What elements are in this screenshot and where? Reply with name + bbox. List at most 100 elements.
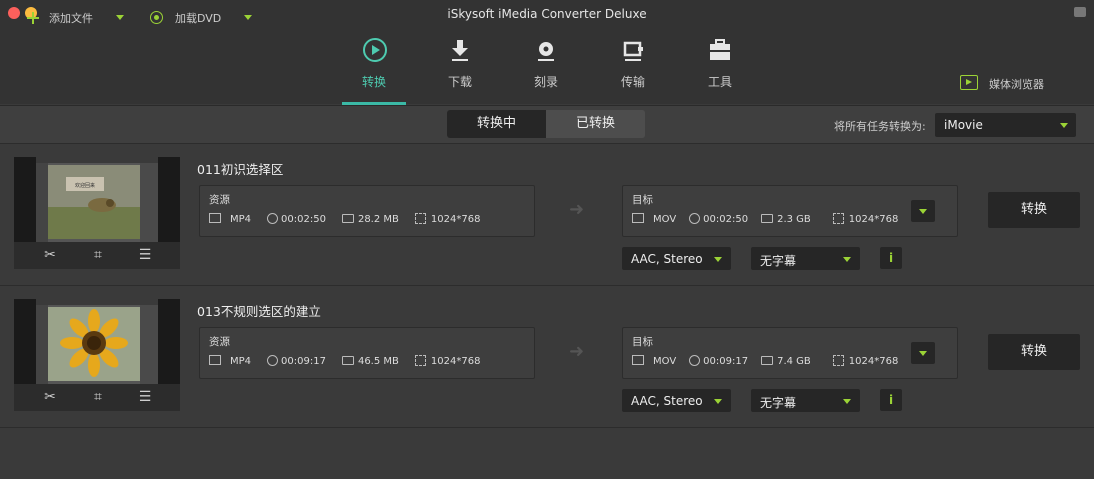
- video-thumbnail[interactable]: 欢迎回来 ✂ ⌗ ☰: [14, 157, 180, 269]
- burn-icon: [538, 42, 554, 61]
- folder-icon: [761, 356, 774, 365]
- add-files-label: 添加文件: [49, 12, 93, 25]
- thumbnail-tools: ✂ ⌗ ☰: [14, 384, 180, 411]
- audio-select[interactable]: AAC, Stereo: [622, 389, 731, 412]
- target-resolution: 1024*768: [848, 356, 899, 367]
- source-info: 资源 MP4 00:09:17 46.5 MB 1024*768: [199, 327, 535, 379]
- message-icon[interactable]: [1074, 7, 1086, 17]
- target-info[interactable]: 目标 MOV 00:02:50 2.3 GB 1024*768: [622, 185, 958, 237]
- target-info[interactable]: 目标 MOV 00:09:17 7.4 GB 1024*768: [622, 327, 958, 379]
- film-icon: [209, 213, 221, 223]
- target-size: 2.3 GB: [777, 214, 811, 225]
- source-resolution: 1024*768: [430, 214, 481, 225]
- clock-icon: [689, 355, 701, 366]
- target-size: 7.4 GB: [777, 356, 811, 367]
- arrow-right-icon: ➜: [569, 199, 585, 220]
- source-format: MP4: [230, 214, 252, 225]
- convert-all-label: 将所有任务转换为:: [834, 120, 926, 133]
- nav-label: 刻录: [533, 75, 558, 89]
- thumbnail-image: 欢迎回来: [36, 157, 158, 242]
- convert-button[interactable]: 转换: [988, 192, 1080, 228]
- chevron-down-icon: [919, 351, 927, 356]
- nav-transfer[interactable]: 传输: [602, 28, 664, 104]
- info-button[interactable]: i: [880, 247, 902, 269]
- source-header: 资源: [209, 194, 230, 206]
- info-button[interactable]: i: [880, 389, 902, 411]
- list-item: ✂ ⌗ ☰ 013不规则选区的建立 资源 MP4 00:09:17 46.5 MB 1…: [0, 285, 1094, 428]
- resolution-icon: [832, 213, 844, 224]
- resolution-icon: [414, 355, 426, 366]
- adjust-icon[interactable]: ☰: [136, 246, 154, 264]
- nav-label: 下载: [447, 75, 472, 89]
- audio-select[interactable]: AAC, Stereo: [622, 247, 731, 270]
- source-duration: 00:09:17: [281, 356, 326, 367]
- clock-icon: [267, 355, 279, 366]
- scissors-icon[interactable]: ✂: [41, 246, 59, 264]
- folder-icon: [341, 356, 354, 365]
- nav-label: 工具: [707, 75, 732, 89]
- main-nav: 转换 下载 刻录 传输 工具 媒体浏览器: [0, 28, 1094, 104]
- target-details: MOV 00:02:50 2.3 GB 1024*768: [632, 213, 898, 225]
- scissors-icon[interactable]: ✂: [41, 388, 59, 406]
- source-header: 资源: [209, 336, 230, 348]
- target-duration: 00:02:50: [703, 214, 749, 225]
- target-format: MOV: [653, 214, 677, 225]
- clock-icon: [267, 213, 279, 224]
- file-name: 013不规则选区的建立: [197, 304, 321, 319]
- tab-converted[interactable]: 已转换: [546, 110, 645, 138]
- convert-icon: [363, 38, 387, 62]
- audio-value: AAC, Stereo: [631, 252, 703, 266]
- adjust-icon[interactable]: ☰: [136, 388, 154, 406]
- chevron-down-icon: [843, 399, 851, 404]
- source-resolution: 1024*768: [430, 356, 481, 367]
- chevron-down-icon[interactable]: [243, 15, 252, 20]
- crop-icon[interactable]: ⌗: [89, 388, 107, 406]
- target-format-dropdown[interactable]: [911, 200, 935, 222]
- source-duration: 00:02:50: [281, 214, 326, 225]
- convert-all-value: iMovie: [944, 118, 983, 132]
- nav-convert[interactable]: 转换: [343, 28, 405, 104]
- status-segmented-control: 转换中 已转换: [447, 110, 645, 138]
- source-size: 28.2 MB: [357, 214, 399, 225]
- source-format: MP4: [230, 356, 252, 367]
- resolution-icon: [832, 355, 844, 366]
- crop-icon[interactable]: ⌗: [89, 246, 107, 264]
- video-thumbnail[interactable]: ✂ ⌗ ☰: [14, 299, 180, 411]
- thumbnail-tools: ✂ ⌗ ☰: [14, 242, 180, 269]
- target-format-dropdown[interactable]: [911, 342, 935, 364]
- nav-burn[interactable]: 刻录: [515, 28, 577, 104]
- source-size: 46.5 MB: [357, 356, 399, 367]
- film-icon: [209, 355, 221, 365]
- download-icon: [452, 40, 468, 61]
- nav-toolbox[interactable]: 工具: [689, 28, 751, 104]
- convert-button[interactable]: 转换: [988, 334, 1080, 370]
- media-browser-icon: [960, 75, 978, 90]
- media-browser-label: 媒体浏览器: [989, 78, 1044, 91]
- folder-icon: [341, 214, 354, 223]
- subtitle-select[interactable]: 无字幕: [751, 389, 860, 412]
- convert-all-select[interactable]: iMovie: [935, 113, 1076, 137]
- source-details: MP4 00:02:50 28.2 MB 1024*768: [209, 213, 480, 225]
- nav-label: 传输: [620, 75, 645, 89]
- chevron-down-icon: [714, 399, 722, 404]
- add-files-button[interactable]: 添加文件: [27, 10, 124, 26]
- target-header: 目标: [632, 194, 653, 206]
- clock-icon: [689, 213, 701, 224]
- thumbnail-caption: 欢迎回来: [75, 182, 95, 189]
- chevron-down-icon[interactable]: [115, 15, 124, 20]
- film-icon: [632, 355, 644, 365]
- subtitle-select[interactable]: 无字幕: [751, 247, 860, 270]
- load-dvd-button[interactable]: 加载DVD: [150, 10, 252, 26]
- nav-download[interactable]: 下载: [429, 28, 491, 104]
- chevron-down-icon: [714, 257, 722, 262]
- nav-label: 转换: [361, 75, 386, 89]
- target-format: MOV: [653, 356, 677, 367]
- source-details: MP4 00:09:17 46.5 MB 1024*768: [209, 355, 480, 367]
- target-header: 目标: [632, 336, 653, 348]
- subtitle-value: 无字幕: [760, 396, 797, 410]
- file-name: 011初识选择区: [197, 162, 284, 177]
- chevron-down-icon: [843, 257, 851, 262]
- tab-converting[interactable]: 转换中: [447, 110, 546, 138]
- chevron-down-icon: [1060, 123, 1068, 128]
- audio-value: AAC, Stereo: [631, 394, 703, 408]
